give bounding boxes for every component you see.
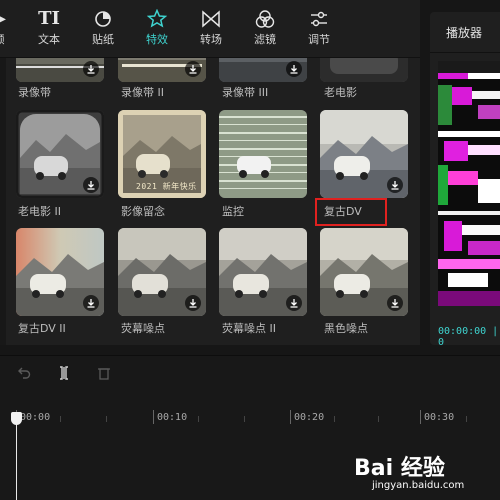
split-icon[interactable]	[56, 366, 72, 384]
ruler-minor-tick	[60, 416, 61, 422]
playhead-line[interactable]	[16, 420, 17, 500]
effect-label: 复古DV II	[18, 322, 66, 335]
effect-card-old-film-2[interactable]	[16, 110, 104, 198]
effect-card-memento[interactable]: 2021 新年快乐	[118, 110, 206, 198]
toolbar-tab-label: 转场	[200, 33, 222, 46]
ruler-major-tick	[153, 410, 154, 424]
toolbar-tab-label: 频	[0, 32, 22, 48]
watermark-url: jingyan.baidu.com	[372, 480, 465, 491]
preview-screen[interactable]	[438, 61, 500, 306]
toolbar-tab-effects[interactable]: 特效	[134, 6, 180, 54]
ruler-minor-tick	[106, 416, 107, 422]
effects-star-icon	[134, 6, 180, 32]
player-panel: 播放器 00:00:00 | 0	[430, 12, 500, 345]
effect-card-surveillance[interactable]	[219, 110, 307, 198]
ruler-major-tick	[290, 410, 291, 424]
download-icon[interactable]	[387, 295, 403, 311]
filter-icon	[242, 6, 288, 32]
effect-label: 黑色噪点	[324, 322, 368, 335]
download-icon[interactable]	[83, 61, 99, 77]
text-icon: TI	[38, 8, 60, 29]
sticker-icon	[80, 6, 126, 32]
effect-card-screen-noise-2[interactable]	[219, 228, 307, 316]
ruler-minor-tick	[378, 416, 379, 422]
effect-label: 录像带 III	[222, 86, 269, 99]
effect-label: 荧幕噪点 II	[222, 322, 276, 335]
effect-card-retro-dv-2[interactable]	[16, 228, 104, 316]
download-icon[interactable]	[286, 61, 302, 77]
media-icon: ▶	[0, 6, 22, 32]
playhead-handle[interactable]	[11, 412, 22, 425]
toolbar-tab-label: 滤镜	[254, 33, 276, 46]
delete-icon[interactable]	[96, 366, 112, 384]
effect-label: 录像带	[18, 86, 51, 99]
editor-window: ▶ 频 TI 文本 贴纸 特效 转场	[0, 0, 500, 500]
download-icon[interactable]	[286, 295, 302, 311]
effect-label: 老电影 II	[18, 205, 61, 218]
effects-toolbar: ▶ 频 TI 文本 贴纸 特效 转场	[0, 0, 420, 58]
ruler-label: 00:00	[20, 412, 51, 423]
adjust-sliders-icon	[296, 6, 342, 32]
effect-label: 老电影	[324, 86, 357, 99]
ruler-minor-tick	[244, 416, 245, 422]
download-icon[interactable]	[387, 177, 403, 193]
toolbar-tab-label: 调节	[308, 33, 330, 46]
ruler-label: 00:10	[157, 412, 188, 423]
toolbar-tab-label: 特效	[146, 33, 168, 46]
ruler-minor-tick	[466, 416, 467, 422]
effect-card-black-noise[interactable]	[320, 228, 408, 316]
ruler-major-tick	[420, 410, 421, 424]
effect-label: 监控	[222, 205, 244, 218]
ruler-minor-tick	[198, 416, 199, 422]
ruler-label: 00:30	[424, 412, 455, 423]
effect-card-vhs[interactable]	[16, 58, 104, 82]
effect-label: 荧幕噪点	[121, 322, 165, 335]
effect-card-vhs-3[interactable]	[219, 58, 307, 82]
toolbar-tab-label: 文本	[38, 33, 60, 46]
transition-icon	[188, 6, 234, 32]
toolbar-tab-media[interactable]: ▶ 频	[0, 6, 22, 54]
date-stamp: 2021 新年快乐	[136, 182, 197, 191]
toolbar-tab-text[interactable]: TI 文本	[26, 6, 72, 54]
effect-card-vhs-2[interactable]	[118, 58, 206, 82]
undo-icon[interactable]	[16, 366, 32, 384]
category-sidebar	[0, 58, 6, 345]
toolbar-tab-sticker[interactable]: 贴纸	[80, 6, 126, 54]
selection-highlight	[315, 198, 387, 226]
timecode-display: 00:00:00 | 0	[438, 326, 499, 345]
download-icon[interactable]	[185, 61, 201, 77]
effect-card-old-film[interactable]	[320, 58, 408, 82]
ruler-label: 00:20	[294, 412, 325, 423]
effect-card-retro-dv[interactable]	[320, 110, 408, 198]
player-title: 播放器	[446, 26, 483, 40]
download-icon[interactable]	[83, 177, 99, 193]
watermark-logo: Bai 经验	[354, 456, 445, 481]
effect-label: 录像带 II	[121, 86, 164, 99]
effects-panel: 录像带 录像带 II 录像带 III 老电影 2021 新年快乐 老电影 II …	[0, 58, 420, 345]
effect-label: 影像留念	[121, 205, 165, 218]
toolbar-tab-transition[interactable]: 转场	[188, 6, 234, 54]
watermark: Bai 经验 jingyan.baidu.com	[354, 450, 494, 496]
toolbar-tab-adjust[interactable]: 调节	[296, 6, 342, 54]
download-icon[interactable]	[83, 295, 99, 311]
ruler-minor-tick	[334, 416, 335, 422]
effect-card-screen-noise[interactable]	[118, 228, 206, 316]
download-icon[interactable]	[185, 295, 201, 311]
divider	[430, 52, 500, 53]
toolbar-tab-label: 贴纸	[92, 33, 114, 46]
toolbar-tab-filter[interactable]: 滤镜	[242, 6, 288, 54]
